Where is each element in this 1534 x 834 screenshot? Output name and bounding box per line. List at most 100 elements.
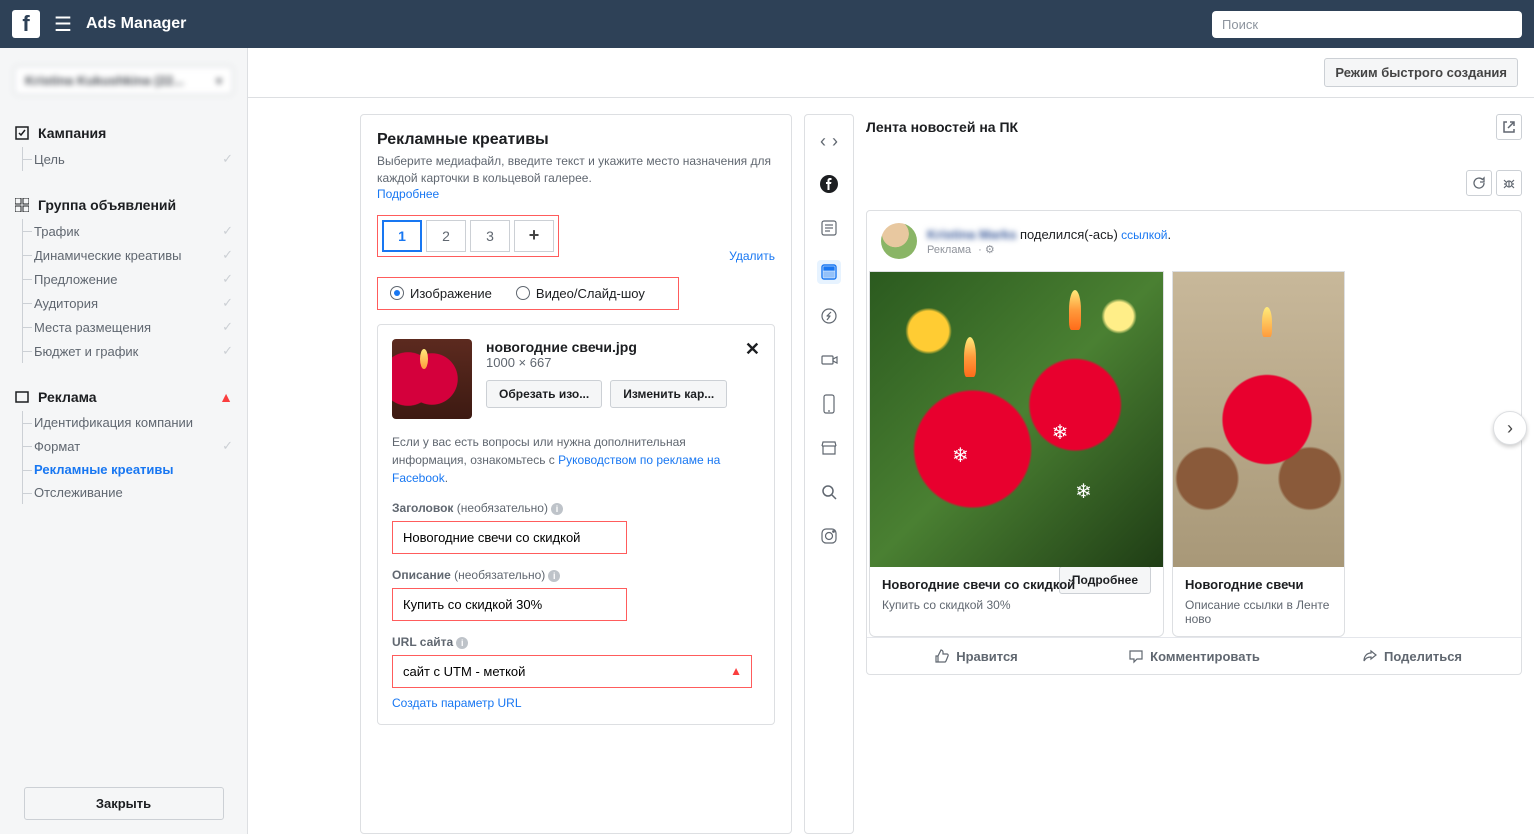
creative-form: Рекламные креативы Выберите медиафайл, в… bbox=[360, 114, 792, 834]
ad-icon bbox=[14, 389, 30, 405]
delete-link[interactable]: Удалить bbox=[729, 249, 775, 263]
headline-label: Заголовок (необязательно)i bbox=[392, 501, 760, 515]
nav-item-format[interactable]: Формат✓ bbox=[0, 434, 247, 458]
nav-campaign[interactable]: Кампания bbox=[0, 119, 247, 147]
file-name: новогодние свечи.jpg bbox=[486, 339, 731, 355]
nav-ad[interactable]: Реклама ▲ bbox=[0, 383, 247, 411]
card-image: ❄ ❄ ❄ bbox=[870, 272, 1163, 567]
file-dimensions: 1000 × 667 bbox=[486, 355, 731, 370]
headline-input[interactable] bbox=[392, 521, 627, 554]
check-icon: ✓ bbox=[222, 271, 233, 287]
nav-item-goal[interactable]: Цель✓ bbox=[0, 147, 247, 171]
nav-item-audience[interactable]: Аудитория✓ bbox=[0, 291, 247, 315]
post-author[interactable]: Kristina Marks bbox=[927, 227, 1017, 242]
warning-icon: ▲ bbox=[730, 664, 742, 678]
check-icon: ✓ bbox=[222, 319, 233, 335]
mobile-icon[interactable] bbox=[817, 392, 841, 416]
card-add-button[interactable]: + bbox=[514, 220, 554, 252]
placement-rail: ‹ › bbox=[804, 114, 854, 834]
video-icon[interactable] bbox=[817, 348, 841, 372]
remove-media-icon[interactable]: ✕ bbox=[745, 339, 760, 360]
check-icon: ✓ bbox=[222, 295, 233, 311]
radio-icon bbox=[516, 286, 530, 300]
feed-icon[interactable] bbox=[817, 260, 841, 284]
description-label: Описание (необязательно)i bbox=[392, 568, 760, 582]
nav-item-dynamic[interactable]: Динамические креативы✓ bbox=[0, 243, 247, 267]
nav-item-traffic[interactable]: Трафик✓ bbox=[0, 219, 247, 243]
nav-item-placements[interactable]: Места размещения✓ bbox=[0, 315, 247, 339]
carousel: ❄ ❄ ❄ Новогодние свечи со скидкой Подроб… bbox=[867, 271, 1521, 637]
check-icon: ✓ bbox=[222, 247, 233, 263]
url-label: URL сайтаi bbox=[392, 635, 760, 649]
card-desc: Купить со скидкой 30% bbox=[882, 598, 1151, 612]
like-button[interactable]: Нравится bbox=[867, 638, 1085, 674]
gear-icon[interactable]: · ⚙ bbox=[975, 244, 995, 256]
carousel-card-2[interactable]: Новогодние свечи Описание ссылки в Ленте… bbox=[1172, 271, 1345, 637]
check-icon: ✓ bbox=[222, 223, 233, 239]
check-icon: ✓ bbox=[222, 343, 233, 359]
adset-icon bbox=[14, 197, 30, 213]
search-input[interactable]: Поиск bbox=[1212, 11, 1522, 38]
info-icon[interactable]: i bbox=[548, 570, 560, 582]
menu-icon[interactable]: ☰ bbox=[54, 12, 72, 37]
bug-icon[interactable] bbox=[1496, 170, 1522, 196]
info-icon[interactable]: i bbox=[456, 637, 468, 649]
warning-icon: ▲ bbox=[219, 389, 233, 405]
comment-button[interactable]: Комментировать bbox=[1085, 638, 1303, 674]
open-external-icon[interactable] bbox=[1496, 114, 1522, 140]
change-button[interactable]: Изменить кар... bbox=[610, 380, 727, 408]
radio-video[interactable]: Видео/Слайд-шоу bbox=[516, 286, 645, 301]
nav-item-budget[interactable]: Бюджет и график✓ bbox=[0, 339, 247, 363]
preview-title: Лента новостей на ПК bbox=[866, 119, 1018, 135]
url-input[interactable] bbox=[392, 655, 752, 688]
instagram-icon[interactable] bbox=[817, 524, 841, 548]
app-title: Ads Manager bbox=[86, 15, 186, 33]
nav-item-offer[interactable]: Предложение✓ bbox=[0, 267, 247, 291]
more-link[interactable]: Подробнее bbox=[377, 187, 439, 201]
radio-icon bbox=[390, 286, 404, 300]
nav-item-creatives[interactable]: Рекламные креативы bbox=[0, 458, 247, 481]
radio-image[interactable]: Изображение bbox=[390, 286, 492, 301]
card-title: Новогодние свечи bbox=[1185, 577, 1332, 592]
form-title: Рекламные креативы bbox=[377, 131, 775, 149]
check-icon: ✓ bbox=[222, 151, 233, 167]
account-selector[interactable]: Kristina Kukushkina (22... ▾ bbox=[14, 66, 233, 95]
preview-panel: Лента новостей на ПК Kristina Marks поде… bbox=[866, 114, 1522, 834]
form-subtitle: Выберите медиафайл, введите текст и укаж… bbox=[377, 153, 775, 187]
close-button[interactable]: Закрыть bbox=[24, 787, 224, 820]
article-icon[interactable] bbox=[817, 216, 841, 240]
card-tab-1[interactable]: 1 bbox=[382, 220, 422, 252]
facebook-icon[interactable] bbox=[817, 172, 841, 196]
card-image bbox=[1173, 272, 1344, 567]
post-meta: Реклама bbox=[927, 244, 971, 256]
share-button[interactable]: Поделиться bbox=[1303, 638, 1521, 674]
marketplace-icon[interactable] bbox=[817, 436, 841, 460]
prev-placement-icon[interactable]: ‹ bbox=[820, 131, 826, 152]
media-type-radios: Изображение Видео/Слайд-шоу bbox=[377, 277, 679, 310]
sidebar: Kristina Kukushkina (22... ▾ Кампания Це… bbox=[0, 48, 248, 834]
crop-button[interactable]: Обрезать изо... bbox=[486, 380, 602, 408]
card-tab-3[interactable]: 3 bbox=[470, 220, 510, 252]
card-tab-2[interactable]: 2 bbox=[426, 220, 466, 252]
post-preview: Kristina Marks поделился(-ась) ссылкой. … bbox=[866, 210, 1522, 675]
refresh-icon[interactable] bbox=[1466, 170, 1492, 196]
quick-create-button[interactable]: Режим быстрого создания bbox=[1324, 58, 1518, 87]
nav-item-tracking[interactable]: Отслеживание bbox=[0, 481, 247, 504]
help-text: Если у вас есть вопросы или нужна дополн… bbox=[392, 433, 760, 487]
facebook-logo[interactable]: f bbox=[12, 10, 40, 38]
next-placement-icon[interactable]: › bbox=[832, 131, 838, 152]
nav-adset[interactable]: Группа объявлений bbox=[0, 191, 247, 219]
post-link-word[interactable]: ссылкой bbox=[1121, 228, 1167, 242]
card-desc: Описание ссылки в Ленте ново bbox=[1185, 598, 1332, 626]
chevron-down-icon: ▾ bbox=[216, 74, 222, 88]
description-input[interactable] bbox=[392, 588, 627, 621]
carousel-next-button[interactable]: › bbox=[1493, 411, 1527, 445]
info-icon[interactable]: i bbox=[551, 503, 563, 515]
create-url-link[interactable]: Создать параметр URL bbox=[392, 696, 522, 710]
card-tabs: 1 2 3 + bbox=[377, 215, 559, 257]
instant-icon[interactable] bbox=[817, 304, 841, 328]
carousel-card-1[interactable]: ❄ ❄ ❄ Новогодние свечи со скидкой Подроб… bbox=[869, 271, 1164, 637]
search-icon[interactable] bbox=[817, 480, 841, 504]
nav-item-identity[interactable]: Идентификация компании bbox=[0, 411, 247, 434]
account-name: Kristina Kukushkina (22... bbox=[25, 73, 184, 88]
